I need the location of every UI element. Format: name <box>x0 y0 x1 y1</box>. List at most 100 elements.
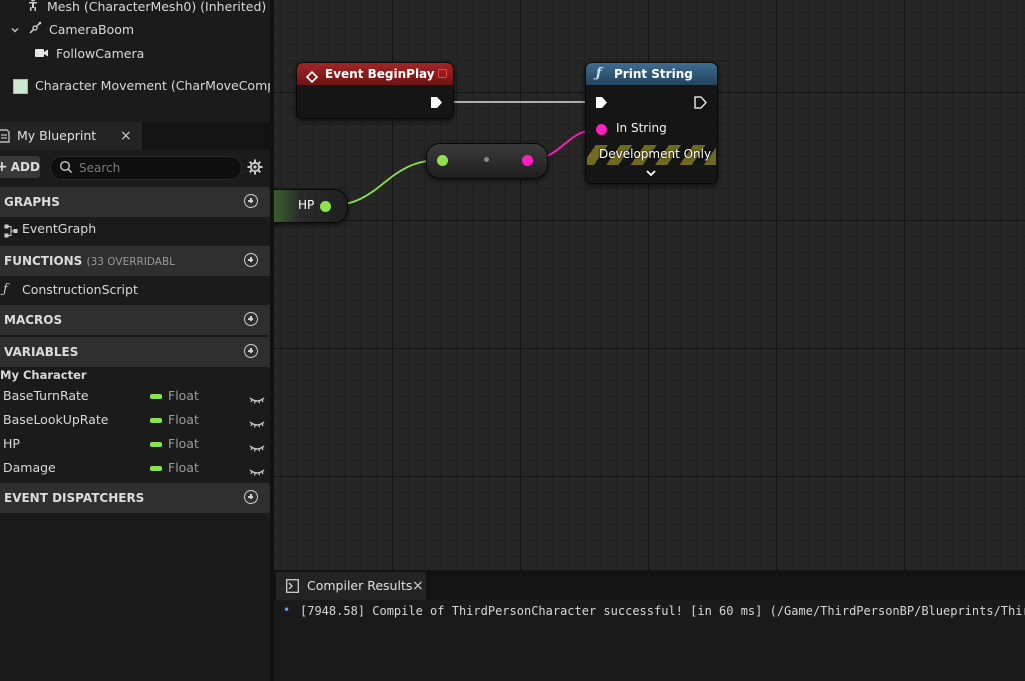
my-blueprint-toolbar: + ADD <box>0 152 270 182</box>
development-only-label: Development Only <box>599 147 712 161</box>
component-mesh-label: Mesh (CharacterMesh0) (Inherited) <box>46 0 267 14</box>
search-input[interactable] <box>79 159 234 176</box>
event-beginplay-node[interactable]: Event BeginPlay <box>296 62 454 119</box>
variable-name: HP <box>3 436 20 451</box>
function-node-header: ƒ Print String <box>586 63 717 85</box>
component-follow-camera[interactable]: FollowCamera <box>34 44 144 64</box>
tab-compiler-results-label: Compiler Results <box>307 578 413 593</box>
function-icon: ƒ <box>3 282 8 297</box>
float-output-pin[interactable] <box>320 201 331 212</box>
log-message[interactable]: [7948.58] Compile of ThirdPersonCharacte… <box>300 604 1025 618</box>
add-event-dispatcher-icon[interactable] <box>244 490 258 504</box>
event-node-title: Event BeginPlay <box>325 67 435 81</box>
variable-type: Float <box>168 388 199 403</box>
variable-row[interactable]: HP Float <box>0 432 270 456</box>
variable-row[interactable]: BaseTurnRate Float <box>0 384 270 408</box>
left-panel: Mesh (CharacterMesh0) (Inherited) Camera… <box>0 0 270 681</box>
event-dispatchers-title: EVENT DISPATCHERS <box>4 491 145 505</box>
macros-section-header[interactable]: MACROS <box>0 305 270 335</box>
component-camera-boom-label: CameraBoom <box>48 22 135 37</box>
add-graph-icon[interactable] <box>244 194 258 208</box>
chevron-down-icon[interactable] <box>10 21 20 41</box>
exec-output-pin[interactable] <box>694 96 707 112</box>
component-mesh[interactable]: Mesh (CharacterMesh0) (Inherited) <box>26 0 266 16</box>
delegate-pin-icon[interactable] <box>438 69 447 78</box>
in-string-pin[interactable] <box>596 124 607 135</box>
plus-icon: + <box>0 159 8 175</box>
component-character-movement[interactable]: Character Movement (CharMoveComp) <box>13 76 270 96</box>
add-button-label: ADD <box>10 160 40 174</box>
compiler-log-icon <box>286 579 299 596</box>
float-type-pill-icon <box>150 394 162 399</box>
variable-name: BaseLookUpRate <box>3 412 109 427</box>
exec-output-pin[interactable] <box>430 96 443 112</box>
functions-title: FUNCTIONS (33 OVERRIDABL <box>4 246 175 277</box>
tab-close-icon[interactable]: × <box>120 122 132 150</box>
add-button[interactable]: + ADD <box>0 156 40 178</box>
skeletal-mesh-icon <box>26 0 40 18</box>
variables-section-header[interactable]: VARIABLES <box>0 337 270 367</box>
my-blueprint-tabbar: My Blueprint × <box>0 122 270 150</box>
graph-item-label: EventGraph <box>22 221 97 236</box>
camera-icon <box>34 45 50 65</box>
hp-variable-get-node[interactable]: HP <box>274 189 348 223</box>
function-item-label: ConstructionScript <box>22 282 138 297</box>
event-diamond-icon <box>305 68 319 90</box>
functions-override-note: (33 OVERRIDABL <box>86 256 176 268</box>
functions-section-header[interactable]: FUNCTIONS (33 OVERRIDABL <box>0 246 270 276</box>
string-output-pin[interactable] <box>522 155 533 166</box>
function-icon: ƒ <box>596 66 602 81</box>
print-string-node[interactable]: ƒ Print String In String Development Onl… <box>585 62 718 184</box>
search-box[interactable] <box>50 156 242 180</box>
expand-arrow-icon[interactable] <box>645 167 657 181</box>
variable-type: Float <box>168 436 199 451</box>
add-variable-icon[interactable] <box>244 344 258 358</box>
graphs-title: GRAPHS <box>4 195 60 209</box>
variable-category-label: My Character <box>0 368 87 382</box>
tab-my-blueprint-label: My Blueprint <box>17 128 97 143</box>
float-to-string-conversion-node[interactable] <box>426 143 548 179</box>
hp-node-label: HP <box>298 198 315 212</box>
variable-name: Damage <box>3 460 56 475</box>
compiler-log: • [7948.58] Compile of ThirdPersonCharac… <box>274 600 1025 681</box>
event-dispatchers-section-header[interactable]: EVENT DISPATCHERS <box>0 483 270 513</box>
variables-title: VARIABLES <box>4 345 79 359</box>
component-camera-boom[interactable]: CameraBoom <box>10 20 134 40</box>
component-follow-camera-label: FollowCamera <box>55 46 145 61</box>
functions-title-text: FUNCTIONS <box>4 254 83 268</box>
exec-input-pin[interactable] <box>595 96 608 112</box>
tab-my-blueprint[interactable]: My Blueprint × <box>0 122 142 150</box>
variable-row[interactable]: BaseLookUpRate Float <box>0 408 270 432</box>
macros-title: MACROS <box>4 313 63 327</box>
movement-component-icon <box>13 79 28 94</box>
event-graph-icon <box>4 222 18 246</box>
graph-item-eventgraph[interactable]: EventGraph <box>0 217 270 241</box>
print-node-title: Print String <box>614 67 693 81</box>
conversion-dot-icon <box>484 157 489 162</box>
spring-arm-icon <box>28 21 42 41</box>
search-icon <box>59 160 73 177</box>
log-bullet-icon: • <box>283 603 291 617</box>
float-input-pin[interactable] <box>437 155 448 166</box>
compiler-results-tabbar: Compiler Results × <box>274 570 1025 600</box>
variable-row[interactable]: Damage Float <box>0 456 270 480</box>
variable-type: Float <box>168 460 199 475</box>
component-character-movement-label: Character Movement (CharMoveComp) <box>34 78 270 93</box>
blueprint-icon <box>0 129 10 146</box>
event-graph-canvas[interactable]: Event BeginPlay ƒ Print String In String… <box>274 0 1025 570</box>
float-type-pill-icon <box>150 466 162 471</box>
development-only-banner: Development Only <box>587 145 716 165</box>
add-macro-icon[interactable] <box>244 312 258 326</box>
components-tree: Mesh (CharacterMesh0) (Inherited) Camera… <box>0 0 270 122</box>
float-type-pill-icon <box>150 418 162 423</box>
add-function-icon[interactable] <box>244 253 258 267</box>
float-type-pill-icon <box>150 442 162 447</box>
variable-name: BaseTurnRate <box>3 388 89 403</box>
tab-compiler-results[interactable]: Compiler Results × <box>276 572 426 600</box>
settings-gear-icon[interactable] <box>246 158 264 179</box>
in-string-label: In String <box>616 121 667 135</box>
function-item-constructionscript[interactable]: ƒ ConstructionScript <box>0 278 270 302</box>
graphs-section-header[interactable]: GRAPHS <box>0 187 270 217</box>
tab-close-icon[interactable]: × <box>412 572 424 600</box>
event-node-header: Event BeginPlay <box>297 63 453 85</box>
